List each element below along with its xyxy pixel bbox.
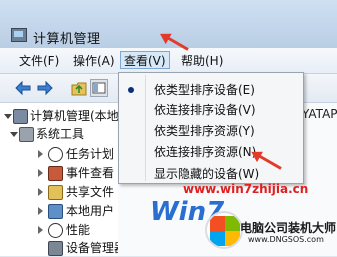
clock-icon <box>48 147 63 162</box>
details-pane-text: YATAP <box>302 107 337 121</box>
shared-folder-icon <box>48 185 63 200</box>
tree-item-shared-folders[interactable]: 共享文件 <box>38 183 118 201</box>
menu-view[interactable]: 查看(V) <box>120 51 170 69</box>
back-arrow-icon[interactable] <box>14 79 32 97</box>
tree-item-label: 性能 <box>66 223 91 237</box>
menu-item-sort-devices-by-connection[interactable]: 依连接排序设备(V) <box>154 100 256 120</box>
tools-icon <box>19 127 34 142</box>
expander-icon[interactable] <box>38 226 43 234</box>
tree-item-label: 设备管理器 <box>66 241 127 255</box>
show-hide-tree-button[interactable] <box>90 79 108 97</box>
tree-item-system-tools[interactable]: 系统工具 <box>10 125 118 143</box>
computer-icon <box>13 109 28 124</box>
menu-item-sort-resources-by-connection[interactable]: 依连接排序资源(N) <box>154 142 256 162</box>
tree-item-computer-management[interactable]: 计算机管理(本地 <box>4 107 119 125</box>
menu-gutter <box>145 75 146 181</box>
menu-file[interactable]: 文件(F) <box>16 52 62 70</box>
menu-item-sort-resources-by-type[interactable]: 依类型排序资源(Y) <box>154 121 255 141</box>
window-title: 计算机管理 <box>33 32 101 47</box>
menu-help[interactable]: 帮助(H) <box>178 52 226 70</box>
tree-item-label: 计算机管理(本地 <box>30 109 119 123</box>
expander-icon[interactable] <box>38 169 43 177</box>
windows-logo-icon <box>205 211 243 249</box>
tree-item-label: 事件查看 <box>66 166 115 180</box>
tree-item-device-manager[interactable]: 设备管理器 <box>48 239 126 257</box>
menu-action[interactable]: 操作(A) <box>70 52 118 70</box>
menu-item-show-hidden-devices[interactable]: 显示隐藏的设备(W) <box>154 164 259 184</box>
tree-item-event-viewer[interactable]: 事件查看 <box>38 164 118 182</box>
watermark-site-name: 电脑公司装机大师 <box>240 221 337 235</box>
watermark-site-url: www.DNGSOS.com <box>248 235 324 244</box>
menu-item-sort-devices-by-type[interactable]: 依类型排序设备(E) <box>154 80 255 100</box>
tree-item-label: 任务计划 <box>66 147 115 161</box>
tree-item-performance[interactable]: 性能 <box>38 221 118 239</box>
event-viewer-icon <box>48 166 63 181</box>
expander-icon[interactable] <box>4 114 12 119</box>
up-folder-icon[interactable] <box>71 79 87 97</box>
window-titlebar: 计算机管理 <box>0 0 337 48</box>
performance-icon <box>48 223 63 238</box>
users-icon <box>48 204 63 219</box>
tree-item-label: 共享文件 <box>66 185 115 199</box>
expander-icon[interactable] <box>38 188 43 196</box>
expander-icon[interactable] <box>38 207 43 215</box>
radio-bullet-icon <box>128 87 134 93</box>
tree-item-label: 本地用户 <box>66 204 115 218</box>
console-tree-icon <box>92 82 106 94</box>
device-manager-icon <box>48 241 63 256</box>
expander-icon[interactable] <box>38 150 43 158</box>
console-tree: 计算机管理(本地 系统工具 任务计划 事件查看 共享文件 本地用户 性能 设备管… <box>0 103 126 257</box>
tree-item-local-users[interactable]: 本地用户 <box>38 202 118 220</box>
tree-item-task-scheduler[interactable]: 任务计划 <box>38 145 118 163</box>
forward-arrow-icon[interactable] <box>36 79 54 97</box>
computer-management-icon <box>11 28 27 42</box>
menu-bar: 文件(F) 操作(A) 查看(V) 帮助(H) <box>0 48 337 74</box>
tree-item-label: 系统工具 <box>36 127 85 141</box>
watermark-url: www.win7zhijia.cn <box>183 182 309 196</box>
expander-icon[interactable] <box>10 132 18 137</box>
